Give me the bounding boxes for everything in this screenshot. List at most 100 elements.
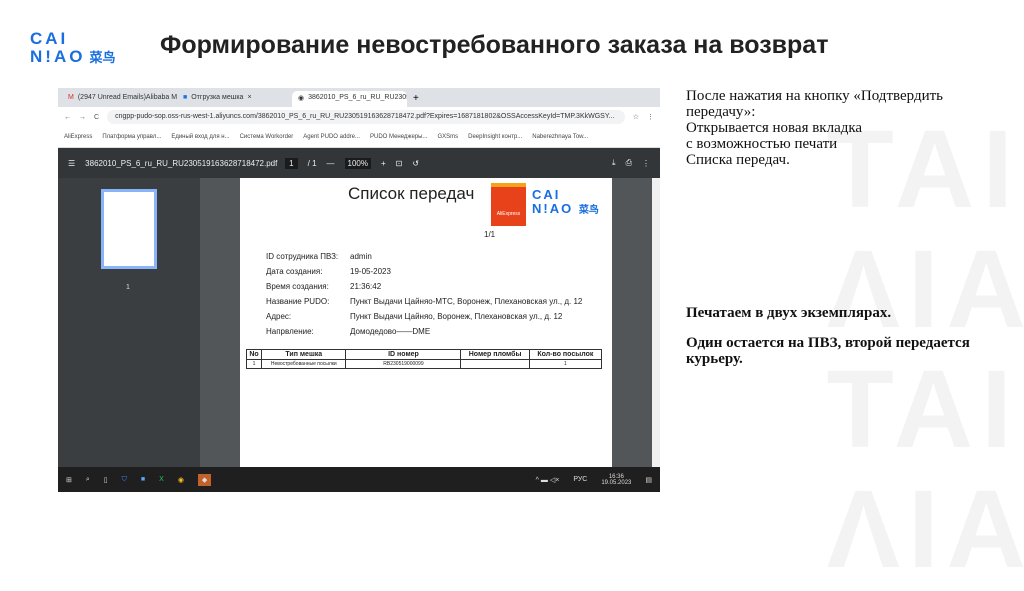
windows-icon[interactable]: ⊞ [66, 476, 72, 484]
bookmarks-bar: AliExpress Платформа управл... Единый вх… [58, 127, 660, 148]
col-header: Тип мешка [261, 349, 347, 360]
cell: Невостребованные посылки [261, 359, 347, 369]
field-key: Дата создания: [266, 267, 323, 276]
col-header: ID номер [345, 349, 462, 360]
app-orange-icon[interactable]: ◆ [197, 473, 212, 486]
notification-icon[interactable]: ▤ [645, 476, 652, 484]
field-key: Напрвление: [266, 327, 314, 336]
logo-line1: CAI [30, 29, 69, 48]
field-row: Дата создания: 19-05-2023 [266, 267, 606, 276]
col-header: No [245, 349, 263, 360]
slide-title: Формирование невостребованного заказа на… [160, 31, 829, 59]
doc-title: Список передач [348, 184, 475, 203]
note-1: После нажатия на кнопку «Подтвердить пер… [686, 88, 986, 168]
field-value: Пункт Выдачи Цайняо, Воронеж, Плехановск… [350, 312, 563, 321]
menu-icon[interactable]: ⋮ [647, 113, 654, 121]
page-total: / 1 [307, 158, 317, 168]
zoom-in-button[interactable]: + [381, 159, 386, 168]
logo-line2: N!AO [30, 47, 86, 66]
url-input[interactable]: cngpp-pudo-sop.oss-rus-west-1.aliyuncs.c… [107, 110, 625, 124]
bookmark[interactable]: GXSms [437, 134, 458, 140]
table-row: 1 Невостребованные посылки RB23051900009… [245, 359, 603, 369]
col-header: Номер пломбы [460, 349, 530, 360]
bookmark[interactable]: Платформа управл... [102, 134, 161, 140]
language-indicator[interactable]: РУС [573, 476, 587, 483]
pdf-filename: 3862010_PS_6_ru_RU_RU230519163628718472.… [85, 158, 278, 168]
zoom-out-button[interactable]: — [327, 159, 335, 168]
new-tab-button[interactable]: + [407, 90, 425, 107]
rotate-icon[interactable]: ↺ [412, 159, 419, 168]
table-header: No Тип мешка ID номер Номер пломбы Кол-в… [245, 349, 603, 360]
note-text: После нажатия на кнопку «Подтвердить пер… [686, 88, 944, 120]
bookmark[interactable]: Agent PUDO addre... [303, 134, 360, 140]
back-icon[interactable]: ← [64, 114, 71, 121]
task-view-icon[interactable]: ▯ [104, 476, 108, 484]
cell: RB230519000099 [345, 359, 462, 369]
logo-line1: CAI [532, 187, 561, 202]
excel-icon[interactable]: X [159, 476, 164, 483]
address-bar: ← → C cngpp-pudo-sop.oss-rus-west-1.aliyun… [58, 107, 660, 127]
note-text: Открывается новая вкладка с возможностью… [686, 120, 863, 168]
scrollbar[interactable] [652, 178, 660, 467]
brand-label: AliExpress [496, 211, 521, 217]
field-value: admin [350, 252, 372, 261]
bookmark[interactable]: Единый вход для н... [171, 134, 229, 140]
print-icon[interactable]: ⎙ [626, 158, 632, 168]
thumbnail-label: 1 [126, 284, 130, 291]
field-row: Время создания: 21:36:42 [266, 282, 606, 291]
taskbar: ⊞ ⌕ ▯ ⛉ ■ X ◉ ◆ ^ ▬ ◁× РУС 16:36 19.05.20… [58, 467, 660, 492]
clock[interactable]: 16:36 19.05.2023 [601, 474, 631, 486]
tab-label: 3862010_PS_6_ru_RU_RU230519 [308, 94, 407, 101]
cainiao-logo-small: CAI N!AO 菜鸟 [532, 188, 599, 218]
more-icon[interactable]: ⋮ [642, 159, 650, 168]
field-row: Напрвление: Домодедово——DME [266, 327, 606, 336]
tab-label: Отгрузка мешка [191, 94, 244, 101]
browser-screenshot: M(2947 Unread Emails)Alibaba Ma × ■Отгру… [58, 88, 660, 492]
app-icon: ■ [183, 94, 188, 101]
star-icon[interactable]: ☆ [633, 113, 639, 121]
cell: 1 [245, 359, 263, 369]
field-key: Название PUDO: [266, 297, 330, 306]
app-icon[interactable]: ■ [141, 476, 145, 483]
tab-label: (2947 Unread Emails)Alibaba Ma [77, 94, 177, 101]
bookmark[interactable]: Система Workorder [240, 134, 294, 140]
chrome-icon[interactable]: ◉ [178, 476, 184, 484]
search-icon[interactable]: ⌕ [86, 476, 90, 484]
page-input[interactable]: 1 [285, 157, 298, 169]
tray-icons[interactable]: ^ ▬ ◁× [536, 476, 560, 484]
field-key: Адрес: [266, 312, 292, 321]
clock-date: 19.05.2023 [601, 479, 632, 486]
forward-icon[interactable]: → [79, 114, 86, 121]
logo-line2: N!AO [532, 201, 574, 216]
bookmark[interactable]: DeepInsight контр... [468, 134, 522, 140]
field-key: ID сотрудника ПВЗ: [266, 252, 339, 261]
globe-icon: ◉ [298, 95, 305, 102]
pdf-toolbar: ☰ 3862010_PS_6_ru_RU_RU23051916362871847… [58, 148, 660, 178]
tab-gmail[interactable]: M(2947 Unread Emails)Alibaba Ma × [62, 91, 177, 107]
page-count: 1/1 [484, 230, 496, 239]
field-value: Пункт Выдачи Цайняо-МТС, Воронеж, Плехан… [350, 297, 583, 306]
logo-cn: 菜鸟 [578, 205, 599, 216]
field-row: Адрес: Пункт Выдачи Цайняо, Воронеж, Плех… [266, 312, 606, 321]
field-key: Время создания: [266, 282, 329, 291]
note-2: Печатаем в двух экземплярах. [686, 305, 892, 321]
field-row: ID сотрудника ПВЗ: admin [266, 252, 606, 261]
shield-app-icon[interactable]: ⛉ [122, 476, 127, 484]
logo-cn: 菜鸟 [89, 50, 116, 65]
transfer-table: No Тип мешка ID номер Номер пломбы Кол-в… [240, 349, 603, 369]
field-row: Название PUDO: Пункт Выдачи Цайняо-МТС, В… [266, 297, 606, 306]
reload-icon[interactable]: C [94, 114, 99, 121]
page-thumbnail[interactable] [101, 189, 157, 269]
bookmark[interactable]: AliExpress [64, 134, 92, 140]
hamburger-icon[interactable]: ☰ [68, 159, 75, 168]
fields: ID сотрудника ПВЗ: admin Дата создания: 19… [266, 252, 606, 342]
zoom-input[interactable]: 100% [344, 157, 371, 169]
field-value: 21:36:42 [350, 282, 382, 291]
tab-pdf[interactable]: ◉3862010_PS_6_ru_RU_RU230519 × [292, 91, 407, 107]
bookmark[interactable]: Naberezhnaya Tow... [532, 134, 588, 140]
bookmark[interactable]: PUDO Менеджеры... [370, 134, 427, 140]
tab-shipping[interactable]: ■ Отгрузка мешка × [177, 91, 292, 107]
gmail-icon: M [68, 94, 74, 101]
fit-page-icon[interactable]: ⊡ [396, 159, 403, 168]
download-icon[interactable]: ⤓ [612, 158, 616, 168]
